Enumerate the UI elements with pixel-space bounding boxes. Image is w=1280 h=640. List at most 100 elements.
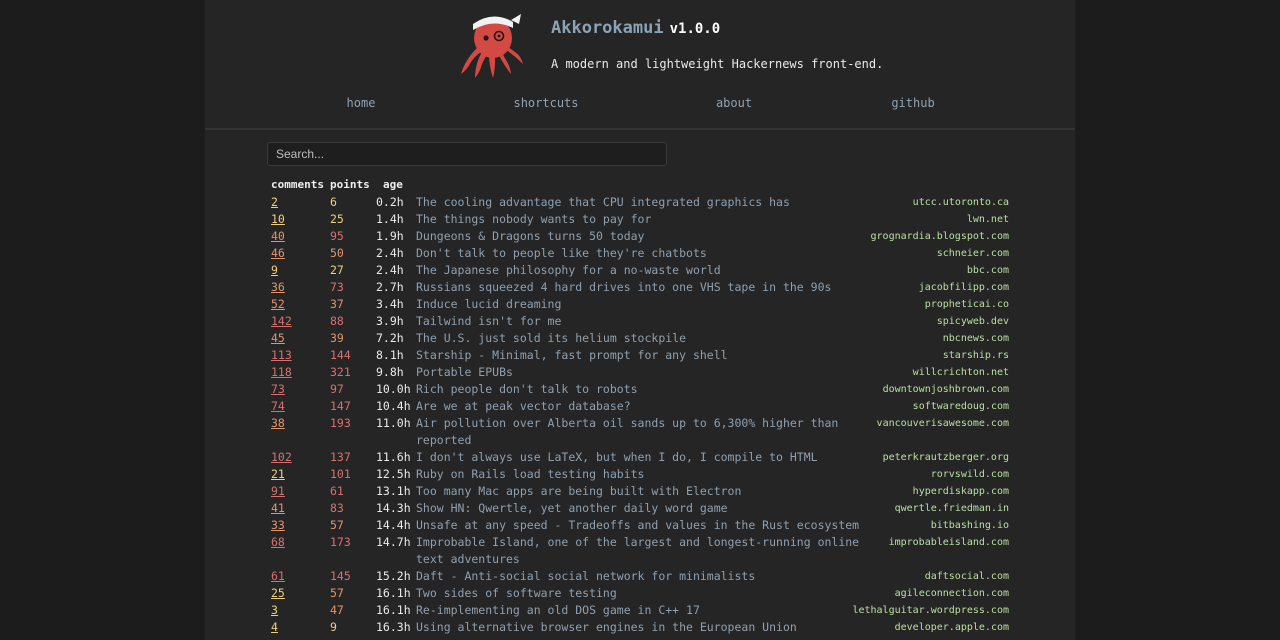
- story-comments-link[interactable]: 2: [271, 194, 278, 211]
- story-comments-link[interactable]: 68: [271, 534, 285, 551]
- story-title-link[interactable]: Portable EPUBs: [416, 364, 866, 381]
- story-title-link[interactable]: Re-implementing an old DOS game in C++ 1…: [416, 602, 866, 619]
- story-domain-link[interactable]: softwaredoug.com: [913, 398, 1009, 415]
- story-age: 14.7h: [376, 535, 411, 549]
- story-comments-link[interactable]: 33: [271, 517, 285, 534]
- story-title-link[interactable]: Unsafe at any speed - Tradeoffs and valu…: [416, 517, 866, 534]
- story-domain-link[interactable]: rorvswild.com: [931, 466, 1009, 483]
- story-domain-link[interactable]: qwertle.friedman.in: [895, 500, 1009, 517]
- story-points: 137: [330, 450, 351, 464]
- story-comments-link[interactable]: 102: [271, 449, 292, 466]
- story-points: 145: [330, 569, 351, 583]
- story-row: 9 27 2.4h The Japanese philosophy for a no-…: [271, 262, 1021, 279]
- story-domain-link[interactable]: willcrichton.net: [913, 364, 1009, 381]
- story-domain-link[interactable]: schneier.com: [937, 245, 1009, 262]
- story-title-link[interactable]: Ruby on Rails load testing habits: [416, 466, 866, 483]
- nav-about[interactable]: about: [716, 96, 752, 110]
- story-age: 12.5h: [376, 467, 411, 481]
- story-row: 36 73 2.7h Russians squeezed 4 hard drives …: [271, 279, 1021, 296]
- story-comments-link[interactable]: 40: [271, 228, 285, 245]
- story-domain-link[interactable]: agileconnection.com: [895, 585, 1009, 602]
- story-age: 9.8h: [376, 365, 404, 379]
- story-age: 2.4h: [376, 246, 404, 260]
- story-title-link[interactable]: Starship - Minimal, fast prompt for any …: [416, 347, 866, 364]
- story-title-link[interactable]: Using alternative browser engines in the…: [416, 619, 866, 636]
- story-title-link[interactable]: Russians squeezed 4 hard drives into one…: [416, 279, 866, 296]
- story-domain-link[interactable]: daftsocial.com: [925, 568, 1009, 585]
- story-title-link[interactable]: Don't talk to people like they're chatbo…: [416, 245, 866, 262]
- story-domain-link[interactable]: spicyweb.dev: [937, 313, 1009, 330]
- story-title-link[interactable]: Rich people don't talk to robots: [416, 381, 866, 398]
- column-age[interactable]: age: [383, 178, 403, 191]
- story-title-link[interactable]: Dungeons & Dragons turns 50 today: [416, 228, 866, 245]
- story-comments-link[interactable]: 45: [271, 330, 285, 347]
- story-domain-link[interactable]: lwn.net: [967, 211, 1009, 228]
- story-domain-link[interactable]: grognardia.blogspot.com: [871, 228, 1009, 245]
- story-comments-link[interactable]: 61: [271, 568, 285, 585]
- story-age: 3.4h: [376, 297, 404, 311]
- nav-shortcuts[interactable]: shortcuts: [513, 96, 578, 110]
- story-comments-link[interactable]: 46: [271, 245, 285, 262]
- story-comments-link[interactable]: 118: [271, 364, 292, 381]
- column-comments[interactable]: comments: [271, 178, 324, 191]
- story-age: 10.0h: [376, 382, 411, 396]
- story-title-link[interactable]: Tailwind isn't for me: [416, 313, 866, 330]
- story-points: 9: [330, 620, 337, 634]
- story-title-link[interactable]: Daft - Anti-social social network for mi…: [416, 568, 866, 585]
- story-domain-link[interactable]: nbcnews.com: [943, 330, 1009, 347]
- column-points[interactable]: points: [330, 178, 370, 191]
- story-title-link[interactable]: Induce lucid dreaming: [416, 296, 866, 313]
- story-title-link[interactable]: The U.S. just sold its helium stockpile: [416, 330, 866, 347]
- story-comments-link[interactable]: 91: [271, 483, 285, 500]
- story-title-link[interactable]: Show HN: Qwertle, yet another daily word…: [416, 500, 866, 517]
- nav-github[interactable]: github: [891, 96, 934, 110]
- story-domain-link[interactable]: downtownjoshbrown.com: [883, 381, 1009, 398]
- story-domain-link[interactable]: developer.apple.com: [895, 619, 1009, 636]
- story-row: 73 97 10.0h Rich people don't talk to robot…: [271, 381, 1021, 398]
- story-domain-link[interactable]: hyperdiskapp.com: [913, 483, 1009, 500]
- story-comments-link[interactable]: 38: [271, 415, 285, 432]
- story-comments-link[interactable]: 52: [271, 296, 285, 313]
- story-age: 2.4h: [376, 263, 404, 277]
- story-title-link[interactable]: I don't always use LaTeX, but when I do,…: [416, 449, 866, 466]
- story-age: 10.4h: [376, 399, 411, 413]
- story-title-link[interactable]: The Japanese philosophy for a no-waste w…: [416, 262, 866, 279]
- octopus-logo-icon[interactable]: [455, 8, 527, 80]
- story-title-link[interactable]: Too many Mac apps are being built with E…: [416, 483, 866, 500]
- story-age: 8.1h: [376, 348, 404, 362]
- story-comments-link[interactable]: 3: [271, 602, 278, 619]
- story-comments-link[interactable]: 21: [271, 466, 285, 483]
- story-title-link[interactable]: Two sides of software testing: [416, 585, 866, 602]
- story-domain-link[interactable]: bbc.com: [967, 262, 1009, 279]
- story-domain-link[interactable]: peterkrautzberger.org: [883, 449, 1009, 466]
- search-input[interactable]: [267, 142, 667, 166]
- story-row: 41 83 14.3h Show HN: Qwertle, yet another d…: [271, 500, 1021, 517]
- story-comments-link[interactable]: 113: [271, 347, 292, 364]
- story-domain-link[interactable]: propheticai.co: [925, 296, 1009, 313]
- story-domain-link[interactable]: starship.rs: [943, 347, 1009, 364]
- app-version: v1.0.0: [669, 21, 721, 37]
- story-comments-link[interactable]: 9: [271, 262, 278, 279]
- story-title-link[interactable]: The cooling advantage that CPU integrate…: [416, 194, 866, 211]
- story-domain-link[interactable]: vancouverisawesome.com: [877, 415, 1009, 432]
- story-title-link[interactable]: Improbable Island, one of the largest an…: [416, 534, 866, 568]
- story-domain-link[interactable]: jacobfilipp.com: [919, 279, 1009, 296]
- story-title-link[interactable]: Are we at peak vector database?: [416, 398, 866, 415]
- story-domain-link[interactable]: lethalguitar.wordpress.com: [852, 602, 1009, 619]
- story-comments-link[interactable]: 73: [271, 381, 285, 398]
- story-row: 45 39 7.2h The U.S. just sold its helium st…: [271, 330, 1021, 347]
- page: Akkorokamui v1.0.0 A modern and lightweig…: [205, 0, 1075, 640]
- story-comments-link[interactable]: 36: [271, 279, 285, 296]
- story-comments-link[interactable]: 10: [271, 211, 285, 228]
- story-domain-link[interactable]: utcc.utoronto.ca: [913, 194, 1009, 211]
- story-title-link[interactable]: The things nobody wants to pay for: [416, 211, 866, 228]
- story-comments-link[interactable]: 142: [271, 313, 292, 330]
- story-domain-link[interactable]: bitbashing.io: [931, 517, 1009, 534]
- story-comments-link[interactable]: 25: [271, 585, 285, 602]
- story-domain-link[interactable]: improbableisland.com: [889, 534, 1009, 551]
- story-comments-link[interactable]: 41: [271, 500, 285, 517]
- story-title-link[interactable]: Air pollution over Alberta oil sands up …: [416, 415, 866, 449]
- story-comments-link[interactable]: 4: [271, 619, 278, 636]
- nav-home[interactable]: home: [347, 96, 376, 110]
- story-comments-link[interactable]: 74: [271, 398, 285, 415]
